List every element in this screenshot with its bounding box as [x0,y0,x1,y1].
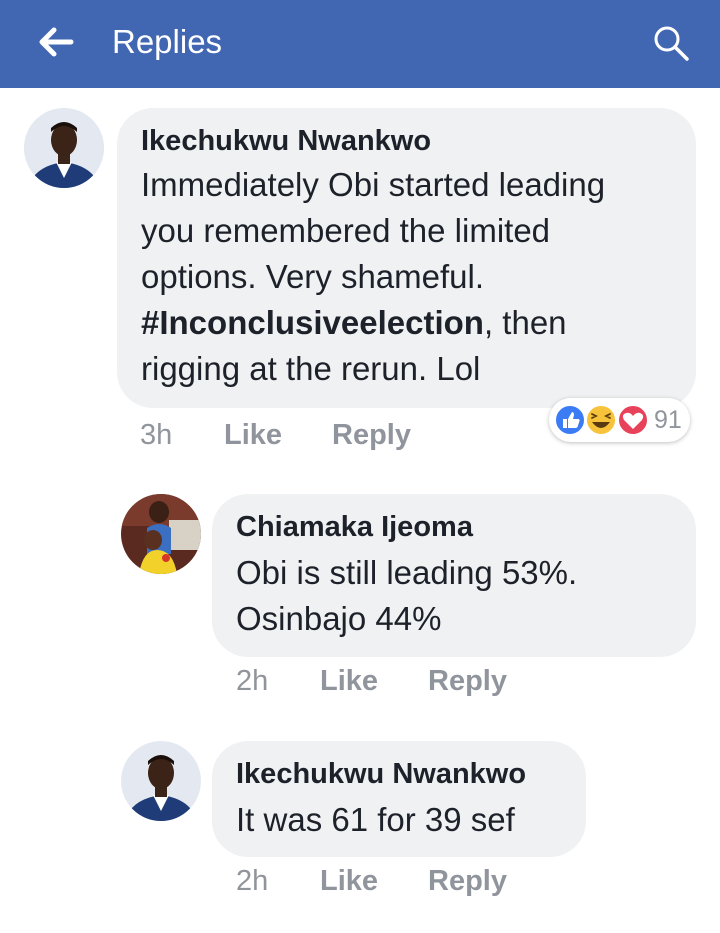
reaction-summary[interactable]: 91 [549,398,690,442]
comment-bubble: Ikechukwu Nwankwo Immediately Obi starte… [117,108,696,408]
comment-author[interactable]: Chiamaka Ijeoma [236,510,696,544]
comment-line: Osinbajo 44% [236,600,442,637]
like-button[interactable]: Like [224,418,282,452]
comment-line: you remembered the limited [141,212,551,249]
like-button[interactable]: Like [320,864,378,898]
comment-time: 2h [236,665,269,697]
avatar-man-icon [121,741,201,821]
comment-time: 3h [140,419,173,451]
search-icon[interactable] [652,24,690,62]
page-title: Replies [112,23,223,60]
comment-meta: 2h Like Reply [236,864,536,898]
comment-meta: 2h Like Reply [236,664,536,698]
comment-line: rigging at the rerun. Lol [141,350,481,387]
avatar-man-icon [24,108,104,188]
comment-line: #Inconclusiveelection, then [141,300,696,346]
reply-button[interactable]: Reply [428,664,507,698]
comment-line: It was 61 for 39 sef [236,801,515,838]
comment-author[interactable]: Ikechukwu Nwankwo [141,124,696,158]
avatar[interactable] [121,741,201,821]
reply-button[interactable]: Reply [428,864,507,898]
comment-author[interactable]: Ikechukwu Nwankwo [236,757,586,791]
comment-line: Obi is still leading 53%. [236,554,578,591]
comment-meta: 3h Like Reply [140,418,440,452]
haha-reaction-icon [585,404,617,436]
top-bar: Replies [0,0,720,88]
avatar-children-icon [121,494,201,574]
comment-line: Immediately Obi started leading [141,166,606,203]
comment-text: It was 61 for 39 sef [236,797,586,843]
comment-time: 2h [236,865,269,897]
reaction-icons [554,404,649,436]
love-reaction-icon [617,404,649,436]
comment-bubble: Ikechukwu Nwankwo It was 61 for 39 sef [212,741,586,857]
comment-text: Obi is still leading 53%. Osinbajo 44% [236,550,696,642]
comment-text: Immediately Obi started leading you reme… [141,162,696,392]
hashtag-link[interactable]: #Inconclusiveelection [141,304,484,341]
comment-line: options. Very shameful. [141,258,485,295]
reaction-count: 91 [654,406,682,434]
reply-button[interactable]: Reply [332,418,411,452]
comment-bubble: Chiamaka Ijeoma Obi is still leading 53%… [212,494,696,657]
back-arrow-icon[interactable] [36,24,76,60]
like-button[interactable]: Like [320,664,378,698]
avatar[interactable] [24,108,104,188]
like-reaction-icon [554,404,586,436]
comment-line-tail: , then [483,304,567,341]
avatar[interactable] [121,494,201,574]
